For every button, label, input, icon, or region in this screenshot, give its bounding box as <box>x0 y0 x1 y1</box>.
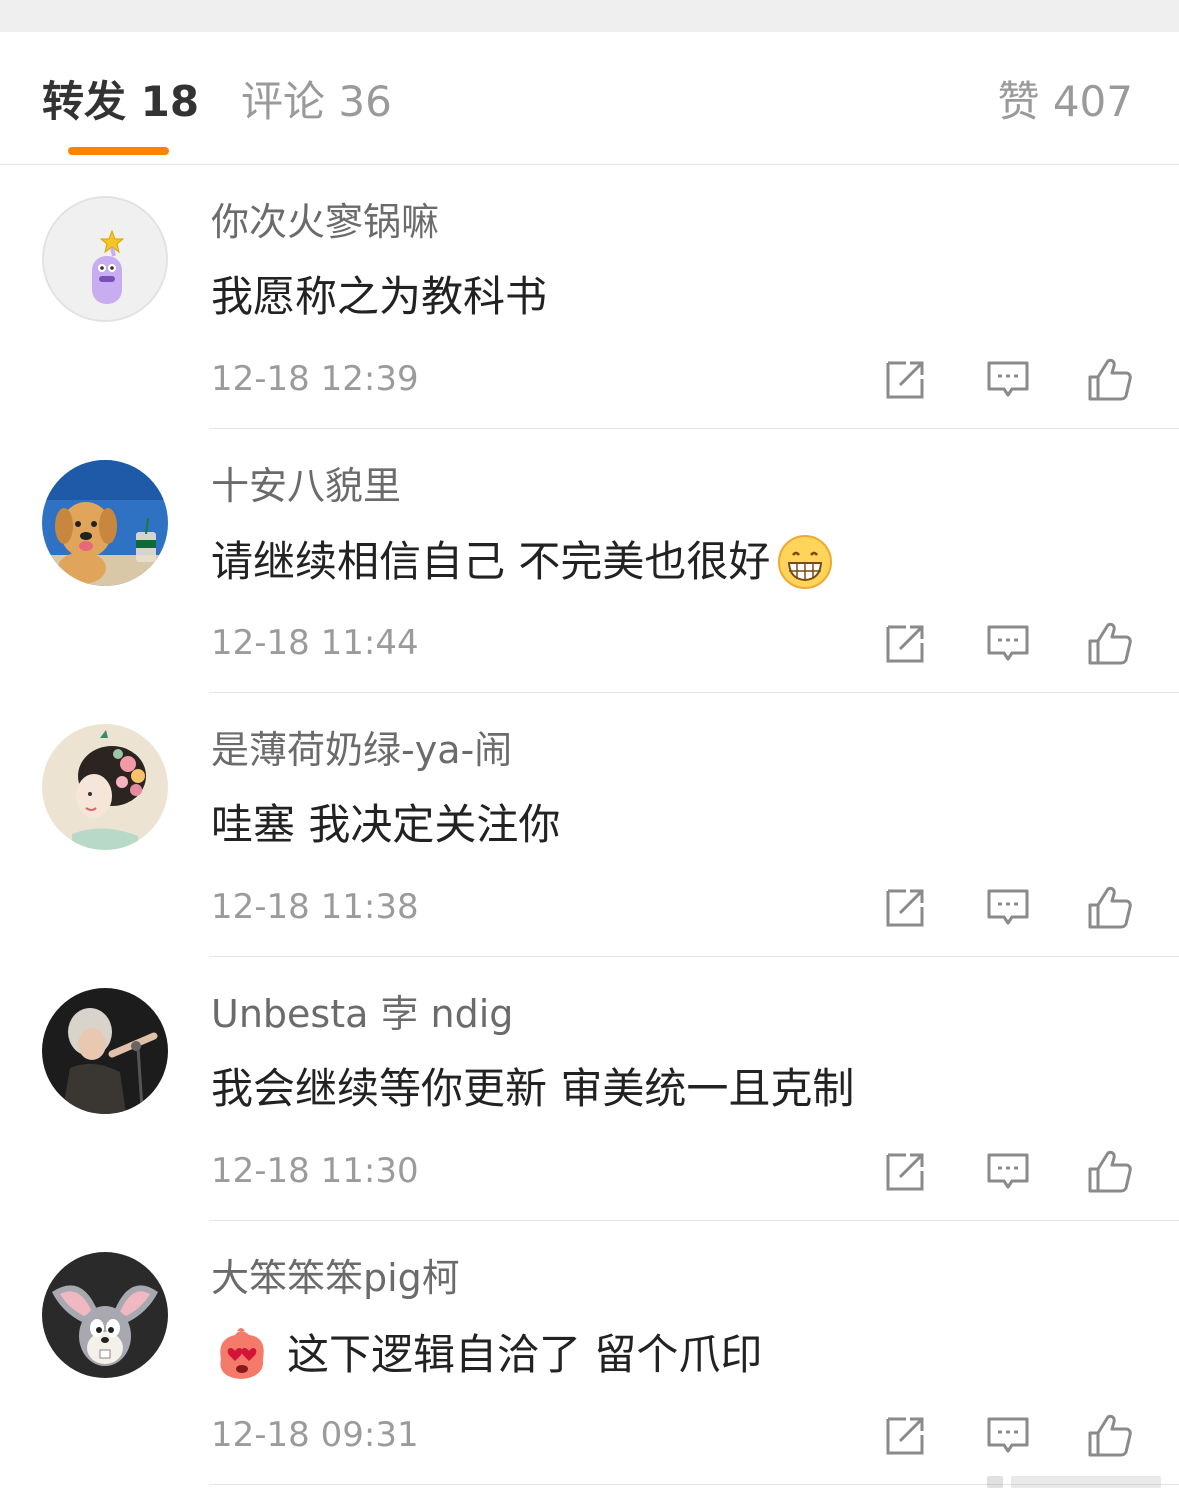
comment-text: 这下逻辑自洽了 留个爪印 <box>211 1325 762 1385</box>
like-icon[interactable] <box>1086 1411 1134 1459</box>
grinning-face-emoji <box>778 535 833 589</box>
illustrated-girl-with-flowers-avatar <box>42 724 168 850</box>
comment-item: 大笨笨笨pig柯 这下逻辑自洽了 留个爪印 12-18 09:31 <box>0 1221 1179 1485</box>
comment-item: 是薄荷奶绿-ya-闹 哇塞 我决定关注你 12-18 11:38 <box>0 693 1179 957</box>
like-icon[interactable] <box>1086 619 1134 667</box>
avatar[interactable] <box>42 460 168 586</box>
comment-icon[interactable] <box>984 1147 1032 1195</box>
like-icon[interactable] <box>1086 355 1134 403</box>
timestamp: 12-18 12:39 <box>211 359 419 399</box>
like-icon[interactable] <box>1086 883 1134 931</box>
comment-text: 哇塞 我决定关注你 <box>211 800 561 849</box>
comment-item: 你次火寥锅嘛 我愿称之为教科书 12-18 12:39 <box>0 165 1179 429</box>
purple-monster-with-star-avatar <box>42 196 168 322</box>
avatar[interactable] <box>42 1252 168 1378</box>
singer-photo-avatar <box>42 988 168 1114</box>
comment-icon[interactable] <box>984 355 1032 403</box>
golden-retriever-puppy-avatar <box>42 460 168 586</box>
username[interactable]: 大笨笨笨pig柯 <box>211 1256 460 1300</box>
repost-icon[interactable] <box>882 883 930 931</box>
timestamp: 12-18 09:31 <box>211 1415 419 1455</box>
tab-repost[interactable]: 转发 18 <box>42 78 199 126</box>
comment-icon[interactable] <box>984 883 1032 931</box>
interaction-tabs: 转发 18 评论 36 赞 407 <box>0 32 1179 165</box>
heart-eyes-blob-emoji <box>220 1328 264 1379</box>
comment-icon[interactable] <box>984 619 1032 667</box>
cartoon-rabbit-avatar <box>42 1252 168 1378</box>
username[interactable]: 你次火寥锅嘛 <box>211 200 439 244</box>
comment-item: 十安八貌里 请继续相信自己 不完美也很好 12-18 11:44 <box>0 429 1179 693</box>
tab-like[interactable]: 赞 407 <box>997 78 1133 126</box>
active-tab-indicator <box>68 147 169 155</box>
avatar[interactable] <box>42 988 168 1114</box>
username[interactable]: 是薄荷奶绿-ya-闹 <box>211 728 512 772</box>
username[interactable]: 十安八貌里 <box>211 464 401 508</box>
comment-icon[interactable] <box>984 1411 1032 1459</box>
like-icon[interactable] <box>1086 1147 1134 1195</box>
tab-comment[interactable]: 评论 36 <box>241 78 392 126</box>
comment-text: 我愿称之为教科书 <box>211 272 548 321</box>
status-strip <box>0 0 1179 32</box>
username[interactable]: Unbesta 孛 ndig <box>211 992 513 1036</box>
comment-text: 我会继续等你更新 审美统一且克制 <box>211 1064 855 1113</box>
repost-icon[interactable] <box>882 1147 930 1195</box>
avatar[interactable] <box>42 724 168 850</box>
watermark-logo <box>987 1476 1161 1488</box>
repost-icon[interactable] <box>882 1411 930 1459</box>
comment-item: Unbesta 孛 ndig 我会继续等你更新 审美统一且克制 12-18 11… <box>0 957 1179 1221</box>
timestamp: 12-18 11:30 <box>211 1151 419 1191</box>
timestamp: 12-18 11:44 <box>211 623 419 663</box>
repost-icon[interactable] <box>882 619 930 667</box>
timestamp: 12-18 11:38 <box>211 887 419 927</box>
comment-text: 请继续相信自己 不完美也很好 <box>211 533 834 591</box>
avatar[interactable] <box>42 196 168 322</box>
repost-icon[interactable] <box>882 355 930 403</box>
